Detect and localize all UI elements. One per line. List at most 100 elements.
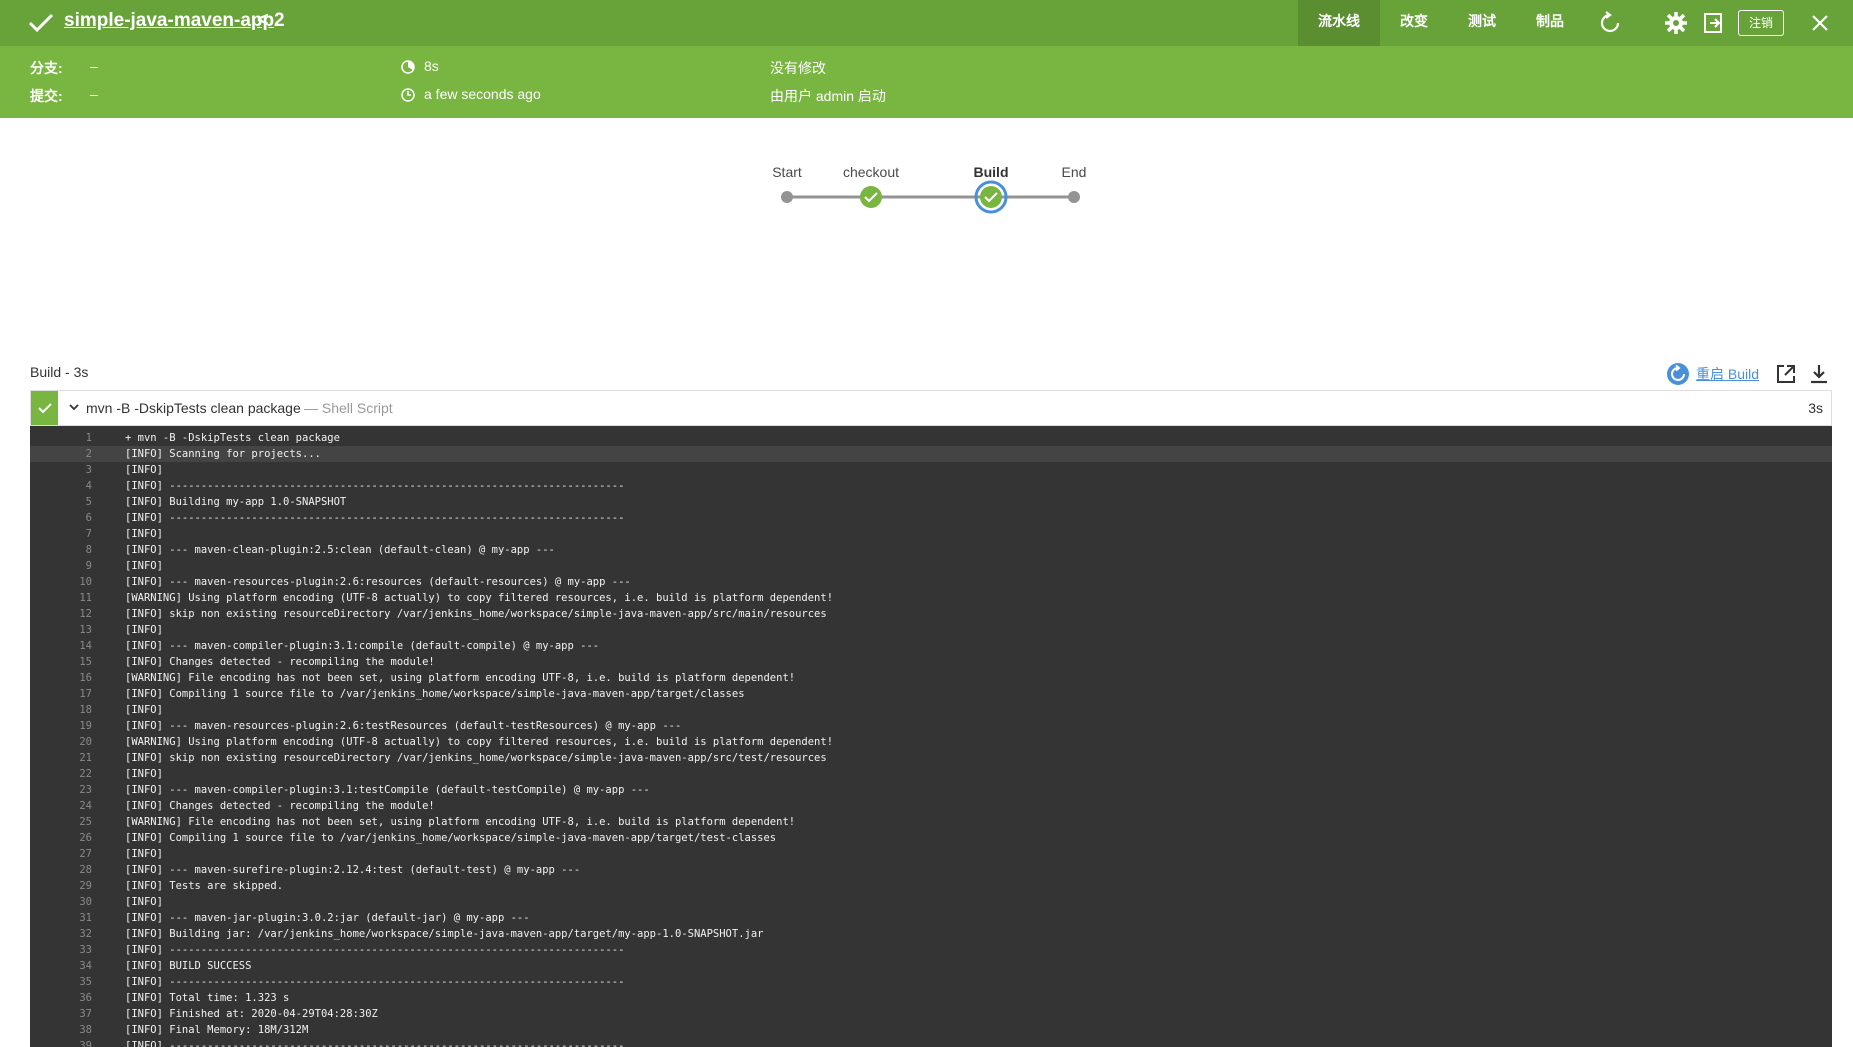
log-line-number[interactable]: 34: [30, 958, 92, 974]
log-line-number[interactable]: 27: [30, 846, 92, 862]
duration-icon: [401, 60, 415, 74]
restart-icon[interactable]: [1666, 362, 1690, 386]
log-line: 9 [INFO]: [30, 558, 1832, 574]
log-line-number[interactable]: 36: [30, 990, 92, 1006]
log-line-number[interactable]: 22: [30, 766, 92, 782]
exit-icon[interactable]: [1702, 11, 1726, 35]
stage-end-node[interactable]: [1068, 191, 1080, 203]
chevron-left-icon[interactable]: <: [257, 9, 269, 32]
log-line-number[interactable]: 38: [30, 1022, 92, 1038]
log-line-text: [INFO] skip non existing resourceDirecto…: [125, 608, 827, 620]
log-line-number[interactable]: 30: [30, 894, 92, 910]
tab-tests[interactable]: 测试: [1448, 0, 1516, 46]
log-line: 6 [INFO] --------------------------------…: [30, 510, 1832, 526]
log-line-number[interactable]: 39: [30, 1038, 92, 1047]
check-icon: [38, 403, 52, 414]
stage-checkout-node[interactable]: [860, 186, 882, 208]
log-line-text: [INFO] Compiling 1 source file to /var/j…: [125, 832, 777, 844]
log-line-number[interactable]: 37: [30, 1006, 92, 1022]
log-line-number[interactable]: 15: [30, 654, 92, 670]
log-line-text: [INFO]: [125, 560, 163, 572]
stage-label-start[interactable]: Start: [772, 164, 802, 180]
log-line: 31 [INFO] --- maven-jar-plugin:3.0.2:jar …: [30, 910, 1832, 926]
stage-label-end[interactable]: End: [1062, 164, 1087, 180]
log-line-number[interactable]: 31: [30, 910, 92, 926]
log-line-text: [WARNING] Using platform encoding (UTF-8…: [125, 592, 834, 604]
stage-label-build[interactable]: Build: [974, 164, 1009, 180]
commit-label: 提交:: [30, 88, 63, 104]
log-line-number[interactable]: 23: [30, 782, 92, 798]
log-line-number[interactable]: 33: [30, 942, 92, 958]
log-line: 37 [INFO] Finished at: 2020-04-29T04:28:3…: [30, 1006, 1832, 1022]
log-line-number[interactable]: 12: [30, 606, 92, 622]
log-line-number[interactable]: 13: [30, 622, 92, 638]
log-line-number[interactable]: 35: [30, 974, 92, 990]
log-line-number[interactable]: 6: [30, 510, 92, 526]
download-icon[interactable]: [1808, 363, 1830, 385]
log-line: 5 [INFO] Building my-app 1.0-SNAPSHOT: [30, 494, 1832, 510]
log-line-number[interactable]: 17: [30, 686, 92, 702]
stage-start-node[interactable]: [781, 191, 793, 203]
log-line-text: [WARNING] File encoding has not been set…: [125, 672, 796, 684]
tab-artifacts[interactable]: 制品: [1516, 0, 1584, 46]
log-line-number[interactable]: 1: [30, 430, 92, 446]
log-line-text: [INFO] ---------------------------------…: [125, 1040, 625, 1047]
log-line: 17 [INFO] Compiling 1 source file to /var…: [30, 686, 1832, 702]
log-line: 7 [INFO]: [30, 526, 1832, 542]
log-line-number[interactable]: 29: [30, 878, 92, 894]
log-line-number[interactable]: 10: [30, 574, 92, 590]
log-line-number[interactable]: 4: [30, 478, 92, 494]
log-line-text: [INFO] Building my-app 1.0-SNAPSHOT: [125, 496, 347, 508]
log-line-number[interactable]: 28: [30, 862, 92, 878]
stage-label-checkout[interactable]: checkout: [843, 164, 899, 180]
check-icon: [28, 13, 54, 33]
log-line-number[interactable]: 18: [30, 702, 92, 718]
log-line-number[interactable]: 25: [30, 814, 92, 830]
log-line-number[interactable]: 11: [30, 590, 92, 606]
log-line: 29 [INFO] Tests are skipped.: [30, 878, 1832, 894]
log-line-number[interactable]: 24: [30, 798, 92, 814]
log-line: 30 [INFO]: [30, 894, 1832, 910]
log-line-number[interactable]: 19: [30, 718, 92, 734]
close-icon[interactable]: [1808, 11, 1832, 35]
log-line: 13 [INFO]: [30, 622, 1832, 638]
log-line-number[interactable]: 9: [30, 558, 92, 574]
log-line-text: [INFO]: [125, 848, 163, 860]
started-by: 由用户 admin 启动: [770, 88, 886, 104]
log-line-text: [INFO] --- maven-jar-plugin:3.0.2:jar (d…: [125, 912, 530, 924]
replay-icon[interactable]: [1598, 11, 1622, 35]
log-line-number[interactable]: 20: [30, 734, 92, 750]
commit-value: –: [90, 86, 98, 102]
pipeline-name-link[interactable]: simple-java-maven-app: [64, 10, 274, 32]
log-line-text: [INFO] Compiling 1 source file to /var/j…: [125, 688, 745, 700]
pipeline-graph: Start checkout Build End: [760, 150, 1100, 220]
log-line-text: [INFO] Tests are skipped.: [125, 880, 284, 892]
restart-stage-link[interactable]: 重启 Build: [1696, 364, 1759, 384]
top-bar: simple-java-maven-app < 2 流水线 改变 测试 制品 注…: [0, 0, 1853, 46]
tab-pipeline[interactable]: 流水线: [1298, 0, 1380, 46]
chevron-down-icon[interactable]: [67, 400, 81, 414]
log-line-number[interactable]: 32: [30, 926, 92, 942]
log-line: 24 [INFO] Changes detected - recompiling …: [30, 798, 1832, 814]
settings-icon[interactable]: [1664, 11, 1688, 35]
log-line-number[interactable]: 5: [30, 494, 92, 510]
logout-button[interactable]: 注销: [1738, 10, 1784, 36]
log-line-text: [INFO] Changes detected - recompiling th…: [125, 800, 435, 812]
log-line-number[interactable]: 21: [30, 750, 92, 766]
log-line-number[interactable]: 8: [30, 542, 92, 558]
log-line-number[interactable]: 16: [30, 670, 92, 686]
log-line-number[interactable]: 7: [30, 526, 92, 542]
log-line-number[interactable]: 3: [30, 462, 92, 478]
log-line-text: [INFO] Scanning for projects...: [125, 448, 321, 460]
log-line-number[interactable]: 14: [30, 638, 92, 654]
log-line: 23 [INFO] --- maven-compiler-plugin:3.1:t…: [30, 782, 1832, 798]
open-external-icon[interactable]: [1775, 363, 1797, 385]
log-line-text: [INFO] --- maven-clean-plugin:2.5:clean …: [125, 544, 555, 556]
tab-changes[interactable]: 改变: [1380, 0, 1448, 46]
step-row[interactable]: mvn -B -DskipTests clean package — Shell…: [30, 390, 1832, 426]
log-line-number[interactable]: 26: [30, 830, 92, 846]
stage-build-node[interactable]: [980, 186, 1002, 208]
log-line: 36 [INFO] Total time: 1.323 s: [30, 990, 1832, 1006]
log-line-number[interactable]: 2: [30, 446, 92, 462]
log-line: 35 [INFO] -------------------------------…: [30, 974, 1832, 990]
